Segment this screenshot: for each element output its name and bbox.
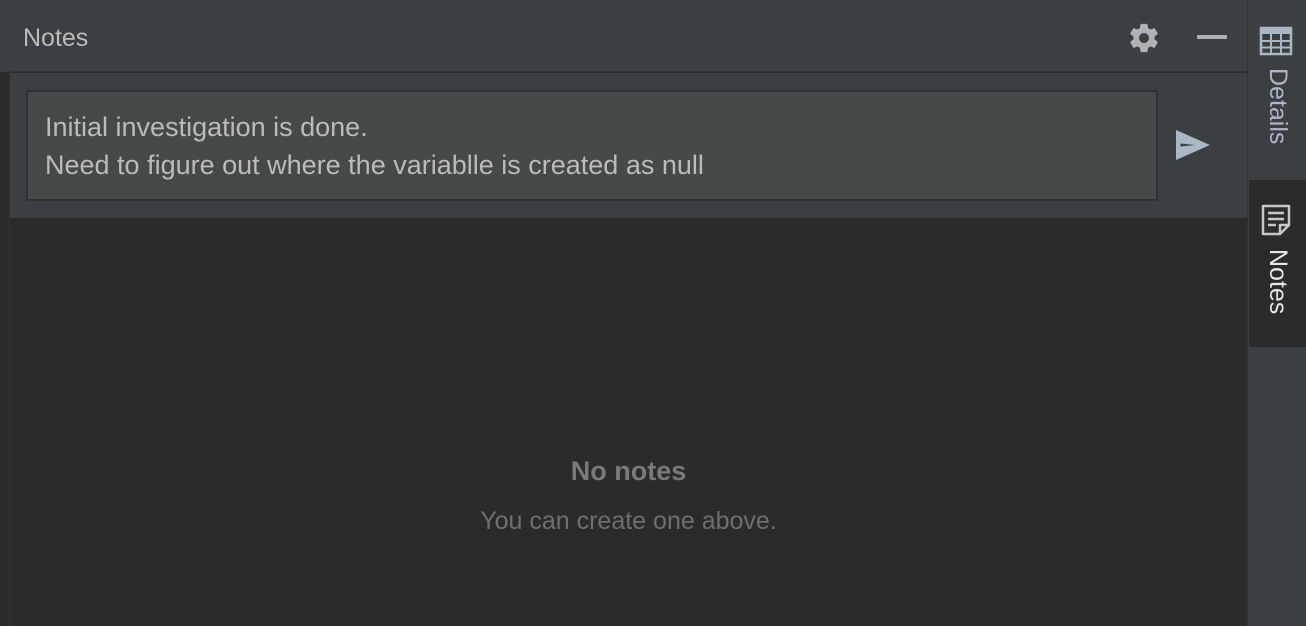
send-icon[interactable] bbox=[1174, 128, 1212, 162]
minimize-icon[interactable] bbox=[1196, 25, 1228, 49]
tab-notes-label: Notes bbox=[1263, 249, 1292, 315]
notes-icon bbox=[1259, 203, 1293, 237]
tab-details-label: Details bbox=[1263, 68, 1292, 145]
tab-notes[interactable]: Notes bbox=[1249, 181, 1306, 347]
gear-icon-graphic bbox=[1130, 23, 1158, 53]
left-edge-top bbox=[0, 0, 10, 72]
note-input[interactable]: Initial investigation is done. Need to f… bbox=[26, 90, 1158, 201]
gear-icon[interactable] bbox=[1127, 21, 1161, 55]
compose-area: Initial investigation is done. Need to f… bbox=[10, 73, 1247, 218]
empty-state-title: No notes bbox=[570, 456, 687, 486]
left-edge bbox=[0, 0, 10, 626]
table-icon-graphic bbox=[1259, 26, 1293, 56]
table-icon bbox=[1259, 24, 1293, 58]
right-tool-strip: Details Notes bbox=[1247, 0, 1306, 626]
send-icon-graphic bbox=[1176, 130, 1210, 160]
notes-tool-window: Notes Initial investigation is done. Nee… bbox=[0, 0, 1306, 626]
panel-title: Notes bbox=[23, 24, 89, 52]
tab-details[interactable]: Details bbox=[1249, 0, 1306, 180]
notes-panel: Notes Initial investigation is done. Nee… bbox=[10, 0, 1247, 626]
minimize-icon-graphic bbox=[1197, 35, 1227, 39]
empty-state-subtitle: You can create one above. bbox=[480, 507, 777, 535]
empty-state: No notes You can create one above. bbox=[10, 218, 1247, 626]
panel-header: Notes bbox=[10, 0, 1247, 72]
notes-icon-graphic bbox=[1261, 204, 1291, 236]
